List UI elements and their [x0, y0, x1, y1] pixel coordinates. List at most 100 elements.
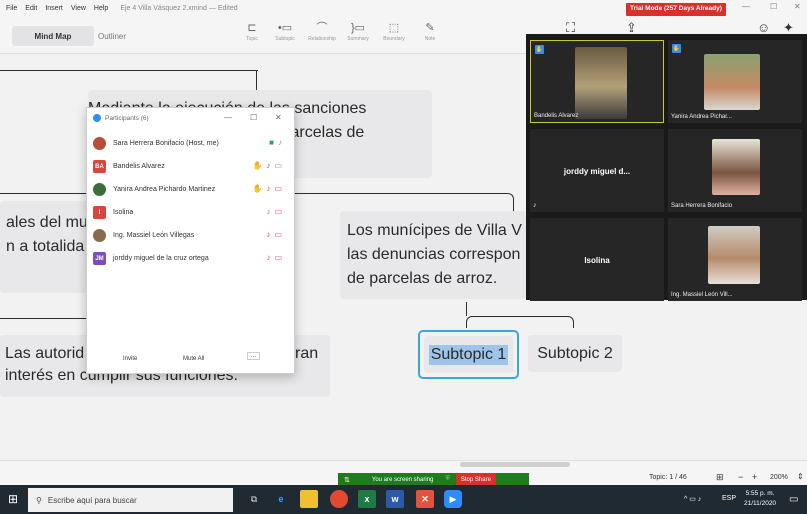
note-icon: ✎ — [425, 22, 435, 34]
summary-icon: }▭ — [350, 22, 366, 34]
zoom-out-button[interactable]: − — [738, 472, 743, 482]
maximize-icon[interactable]: ☐ — [250, 113, 257, 122]
menu-view[interactable]: View — [71, 5, 86, 12]
mic-muted-icon[interactable]: ♪ — [266, 230, 270, 239]
video-tile[interactable]: jorddy miguel d... ♪ — [530, 129, 664, 212]
horizontal-scrollbar[interactable] — [460, 462, 570, 467]
stop-share-label: Stop Share — [460, 476, 491, 483]
participant-video — [575, 47, 627, 119]
notifications-icon[interactable]: ▭ — [789, 494, 798, 505]
mic-icon[interactable]: ♪ — [266, 207, 270, 216]
tab-outliner[interactable]: Outliner — [98, 26, 126, 46]
topic-count: Topic: 1 / 46 — [649, 474, 687, 481]
video-tile[interactable]: ✋ Yanira Andrea Pichar... — [668, 40, 802, 123]
tile-name: Yanira Andrea Pichar... — [671, 114, 732, 120]
mic-muted-icon: ♪ — [533, 202, 537, 209]
close-icon[interactable]: ✕ — [275, 113, 282, 122]
subtopic-2[interactable]: Subtopic 2 — [528, 335, 622, 372]
tile-name: Isolina — [584, 256, 610, 265]
subtopic-1-selection[interactable]: Subtopic 1 — [418, 330, 519, 379]
menu-edit[interactable]: Edit — [25, 5, 37, 12]
zoom-in-button[interactable]: + — [752, 472, 757, 482]
mic-icon[interactable]: ♪ — [266, 161, 270, 170]
menu-insert[interactable]: Insert — [45, 5, 63, 12]
zoom-stepper-icon[interactable]: ⇕ — [797, 472, 804, 481]
video-tile[interactable]: Isolina — [530, 218, 664, 301]
video-tile[interactable]: Sara Herrera Bonifacio — [668, 129, 802, 212]
avatar — [93, 137, 106, 150]
xmind-icon[interactable]: ✕ — [416, 490, 434, 508]
participant-row[interactable]: Sara Herrera Bonifacio (Host, me) ■ ♪ — [87, 132, 294, 155]
relationship-tool[interactable]: ⌒ Relationship — [302, 20, 342, 42]
video-off-icon[interactable]: ▭ — [274, 253, 282, 262]
subtopic-icon: •▭ — [277, 22, 293, 34]
topic-left[interactable]: ales del mu n a totalida — [0, 201, 88, 293]
windows-start-icon[interactable]: ⊞ — [8, 492, 18, 506]
topic-text: ran — [295, 345, 319, 362]
video-tile[interactable]: ✋ Bandelis Alvarez — [530, 40, 664, 123]
participants-panel[interactable]: Participants (6) — ☐ ✕ Sara Herrera Boni… — [86, 107, 295, 374]
boundary-icon: ⬚ — [388, 22, 400, 34]
trial-badge[interactable]: Trial Mode (257 Days Already) — [626, 3, 726, 16]
video-off-icon[interactable]: ▭ — [274, 230, 282, 239]
topic-middle[interactable]: Los munícipes de Villa V las denuncias c… — [340, 211, 526, 299]
minimize-icon[interactable]: — — [742, 2, 750, 11]
participant-name: jorddy miguel de la cruz ortega — [113, 255, 209, 262]
edge-icon[interactable]: e — [272, 490, 290, 508]
task-view-icon[interactable]: ⧉ — [245, 490, 263, 508]
more-button[interactable]: ... — [247, 352, 261, 360]
participant-row[interactable]: Yanira Andrea Pichardo Martinez ✋ ♪ ▭ — [87, 178, 294, 201]
excel-icon[interactable]: x — [358, 490, 376, 508]
word-icon[interactable]: w — [386, 490, 404, 508]
avatar — [93, 183, 106, 196]
connector-line — [0, 318, 88, 319]
raised-hand-icon: ✋ — [535, 45, 544, 54]
system-tray-icons[interactable]: ^ ▭ ♪ — [684, 495, 701, 503]
shield-icon: ⛨ — [445, 476, 450, 482]
subtopic-tool[interactable]: •▭ Subtopic — [265, 20, 305, 42]
taskbar-search[interactable]: ⚲ Escribe aquí para buscar — [28, 488, 233, 512]
video-off-icon[interactable]: ▭ — [274, 161, 282, 170]
summary-tool[interactable]: }▭ Summary — [338, 20, 378, 42]
video-tile[interactable]: Ing. Massiel León Vill... — [668, 218, 802, 301]
video-off-icon[interactable]: ▭ — [274, 207, 282, 216]
participant-row[interactable]: BA Bandelis Alvarez ✋ ♪ ▭ — [87, 155, 294, 178]
drag-handle-icon[interactable]: ⇅ — [344, 476, 350, 484]
mute-all-button[interactable]: Mute All — [183, 356, 204, 362]
emoji-icon[interactable]: ☺ — [757, 20, 770, 35]
boundary-tool[interactable]: ⬚ Boundary — [374, 20, 414, 42]
chrome-icon[interactable] — [330, 490, 348, 508]
note-tool[interactable]: ✎ Note — [410, 20, 450, 42]
file-explorer-icon[interactable] — [300, 490, 318, 508]
video-off-icon[interactable]: ▭ — [274, 184, 282, 193]
connector-line — [466, 316, 574, 328]
mic-muted-icon[interactable]: ♪ — [266, 184, 270, 193]
mic-icon[interactable]: ♪ — [278, 138, 282, 147]
tab-mind-map[interactable]: Mind Map — [12, 26, 94, 46]
participant-row[interactable]: Ing. Massiel León Villegas ♪ ▭ — [87, 224, 294, 247]
mic-muted-icon[interactable]: ♪ — [266, 253, 270, 262]
maximize-icon[interactable]: ☐ — [770, 2, 777, 11]
participant-name: Ing. Massiel León Villegas — [113, 232, 195, 239]
menu-help[interactable]: Help — [94, 5, 108, 12]
relationship-icon: ⌒ — [316, 22, 328, 34]
video-on-icon[interactable]: ■ — [269, 138, 274, 147]
close-icon[interactable]: ✕ — [794, 2, 801, 11]
document-title: Eje 4 Villa Vásquez 2.xmind — Edited — [120, 5, 238, 12]
connector-line — [294, 193, 504, 194]
participant-row[interactable]: I Isolina ♪ ▭ — [87, 201, 294, 224]
participant-name: Sara Herrera Bonifacio (Host, me) — [113, 140, 219, 147]
invite-button[interactable]: Invite — [123, 356, 137, 362]
taskbar-clock[interactable]: 5:55 p. m. 21/11/2020 — [744, 489, 776, 509]
menu-file[interactable]: File — [6, 5, 17, 12]
input-language[interactable]: ESP — [722, 495, 736, 502]
zoom-level[interactable]: 200% — [770, 474, 788, 481]
participant-row[interactable]: JM jorddy miguel de la cruz ortega ♪ ▭ — [87, 247, 294, 270]
tile-name: Bandelis Alvarez — [534, 113, 579, 119]
raised-hand-icon: ✋ — [252, 184, 263, 193]
map-view-icon[interactable]: ⊞ — [716, 472, 724, 483]
connector-line — [0, 193, 88, 194]
minimize-icon[interactable]: — — [224, 113, 232, 122]
zoom-app-icon[interactable]: ▶ — [444, 490, 462, 508]
raised-hand-icon: ✋ — [252, 161, 263, 170]
